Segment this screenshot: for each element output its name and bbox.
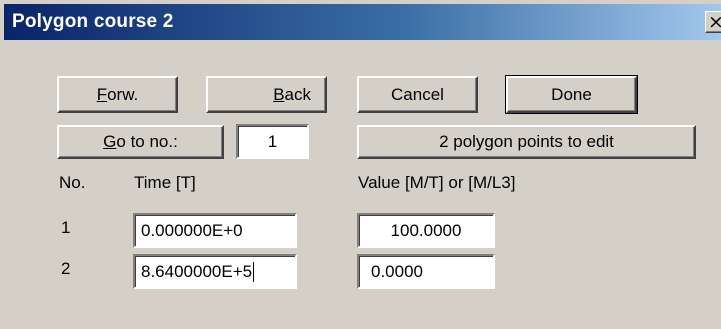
done-button[interactable]: Done bbox=[505, 75, 638, 114]
header-no: No. bbox=[59, 173, 86, 192]
points-to-edit-button[interactable]: 2 polygon points to edit bbox=[357, 125, 696, 159]
header-value: Value [M/T] or [M/L3] bbox=[358, 173, 516, 192]
row-2-value-value: 0.0000 bbox=[371, 261, 423, 281]
row-2-time-value: 8.6400000E+5 bbox=[141, 261, 253, 281]
back-label: ack bbox=[284, 84, 311, 104]
row-2-number: 2 bbox=[61, 259, 71, 278]
window-title: Polygon course 2 bbox=[12, 11, 174, 32]
points-to-edit-label: 2 polygon points to edit bbox=[439, 132, 614, 151]
cancel-button[interactable]: Cancel bbox=[357, 76, 478, 113]
row-1-value-value: 100.0000 bbox=[390, 220, 462, 240]
back-mnemonic: B bbox=[273, 84, 285, 104]
goto-label: o to no.: bbox=[116, 132, 178, 151]
close-icon: × bbox=[708, 10, 721, 33]
header-time: Time [T] bbox=[134, 173, 196, 192]
row-1-value-input[interactable]: 100.0000 bbox=[357, 213, 495, 248]
forward-button[interactable]: Forw. bbox=[57, 76, 178, 113]
forward-mnemonic: F bbox=[96, 84, 108, 104]
row-2-time-input[interactable]: 8.6400000E+5 bbox=[133, 254, 297, 289]
goto-number-value: 1 bbox=[267, 131, 278, 151]
row-1-time-value: 0.000000E+0 bbox=[141, 220, 243, 240]
row-1-number: 1 bbox=[61, 218, 71, 237]
polygon-course-dialog: Polygon course 2 × Forw. Back Cancel Don… bbox=[0, 0, 721, 329]
row-2-value-input[interactable]: 0.0000 bbox=[357, 254, 495, 289]
go-to-number-button[interactable]: Go to no.: bbox=[57, 125, 224, 159]
cancel-label: Cancel bbox=[391, 84, 444, 104]
goto-number-input[interactable]: 1 bbox=[236, 124, 309, 159]
row-1-time-input[interactable]: 0.000000E+0 bbox=[133, 213, 297, 248]
done-label: Done bbox=[551, 84, 592, 104]
back-button[interactable]: Back bbox=[206, 76, 327, 113]
title-bar[interactable]: Polygon course 2 × bbox=[4, 4, 721, 40]
forward-label: orw. bbox=[107, 84, 139, 104]
text-caret bbox=[253, 261, 255, 282]
close-button[interactable]: × bbox=[705, 11, 721, 33]
goto-mnemonic: G bbox=[103, 132, 117, 151]
